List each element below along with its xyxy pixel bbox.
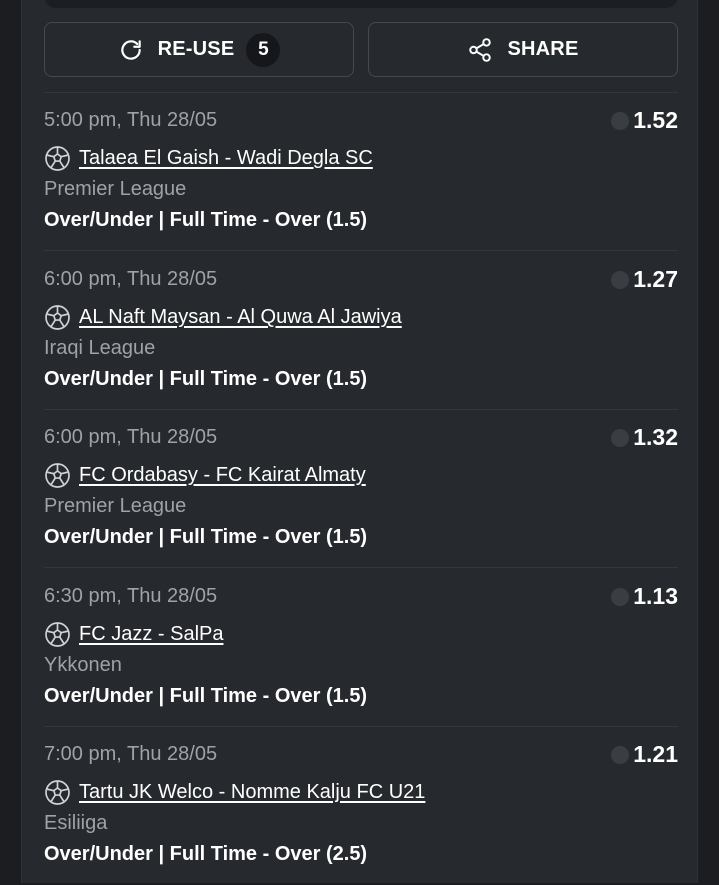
bet-league: Premier League — [44, 178, 187, 200]
share-icon — [467, 37, 493, 63]
bet-datetime: 6:00 pm, Thu 28/05 — [44, 268, 218, 290]
bet-datetime: 6:00 pm, Thu 28/05 — [44, 426, 218, 448]
odds-status-dot — [611, 587, 630, 606]
bet-market: Over/Under | Full Time - Over (1.5) — [44, 685, 368, 707]
bet-league: Ykkonen — [44, 654, 122, 676]
bet-odds: 1.21 — [633, 741, 678, 767]
odds-container: 1.21 — [611, 741, 678, 768]
bet-league: Iraqi League — [44, 337, 156, 359]
match-link[interactable]: FC Jazz - SalPa — [79, 623, 223, 646]
bet-market: Over/Under | Full Time - Over (1.5) — [44, 368, 368, 390]
top-bar-edge — [44, 0, 678, 8]
bet-datetime: 6:30 pm, Thu 28/05 — [44, 585, 218, 607]
bet-odds: 1.32 — [633, 424, 678, 450]
odds-status-dot — [611, 270, 630, 289]
bet-slip-panel: RE-USE 5 SHARE 5:00 pm, Thu 28/05 1.52 T… — [21, 0, 698, 883]
bet-league: Premier League — [44, 495, 187, 517]
match-link[interactable]: Tartu JK Welco - Nomme Kalju FC U21 — [79, 781, 425, 804]
bet-league: Esiliiga — [44, 812, 108, 834]
bet-datetime: 7:00 pm, Thu 28/05 — [44, 743, 218, 765]
soccer-ball-icon — [44, 779, 71, 806]
match-link[interactable]: AL Naft Maysan - Al Quwa Al Jawiya — [79, 306, 402, 329]
reuse-label: RE-USE — [157, 38, 235, 60]
bet-item: 5:00 pm, Thu 28/05 1.52 Talaea El Gaish … — [44, 93, 678, 251]
odds-status-dot — [611, 745, 630, 764]
odds-container: 1.13 — [611, 583, 678, 610]
soccer-ball-icon — [44, 462, 71, 489]
bet-item: 6:00 pm, Thu 28/05 1.27 AL Naft Maysan -… — [44, 252, 678, 410]
bet-item: 6:30 pm, Thu 28/05 1.13 FC Jazz - SalPa … — [44, 569, 678, 727]
reuse-count-badge: 5 — [246, 32, 281, 67]
match-row: Talaea El Gaish - Wadi Degla SC — [44, 145, 373, 172]
soccer-ball-icon — [44, 621, 71, 648]
match-row: FC Jazz - SalPa — [44, 621, 223, 648]
odds-container: 1.32 — [611, 424, 678, 451]
match-row: Tartu JK Welco - Nomme Kalju FC U21 — [44, 779, 425, 806]
reuse-button[interactable]: RE-USE 5 — [44, 22, 354, 77]
soccer-ball-icon — [44, 145, 71, 172]
bet-datetime: 5:00 pm, Thu 28/05 — [44, 109, 218, 131]
match-row: FC Ordabasy - FC Kairat Almaty — [44, 462, 366, 489]
odds-container: 1.52 — [611, 107, 678, 134]
soccer-ball-icon — [44, 304, 71, 331]
divider — [44, 567, 678, 568]
match-link[interactable]: FC Ordabasy - FC Kairat Almaty — [79, 464, 366, 487]
refresh-icon — [118, 37, 144, 63]
bet-market: Over/Under | Full Time - Over (1.5) — [44, 526, 368, 548]
match-row: AL Naft Maysan - Al Quwa Al Jawiya — [44, 304, 402, 331]
match-link[interactable]: Talaea El Gaish - Wadi Degla SC — [79, 147, 373, 170]
odds-status-dot — [611, 428, 630, 447]
bet-item: 7:00 pm, Thu 28/05 1.21 Tartu JK Welco -… — [44, 727, 678, 885]
bet-odds: 1.13 — [633, 583, 678, 609]
share-button[interactable]: SHARE — [368, 22, 678, 77]
bet-odds: 1.27 — [633, 266, 678, 292]
bet-market: Over/Under | Full Time - Over (2.5) — [44, 843, 368, 865]
bet-item: 6:00 pm, Thu 28/05 1.32 FC Ordabasy - FC… — [44, 410, 678, 568]
bet-market: Over/Under | Full Time - Over (1.5) — [44, 209, 368, 231]
odds-container: 1.27 — [611, 266, 678, 293]
divider — [44, 250, 678, 251]
bet-odds: 1.52 — [633, 107, 678, 133]
share-label: SHARE — [507, 38, 579, 60]
odds-status-dot — [611, 111, 630, 130]
